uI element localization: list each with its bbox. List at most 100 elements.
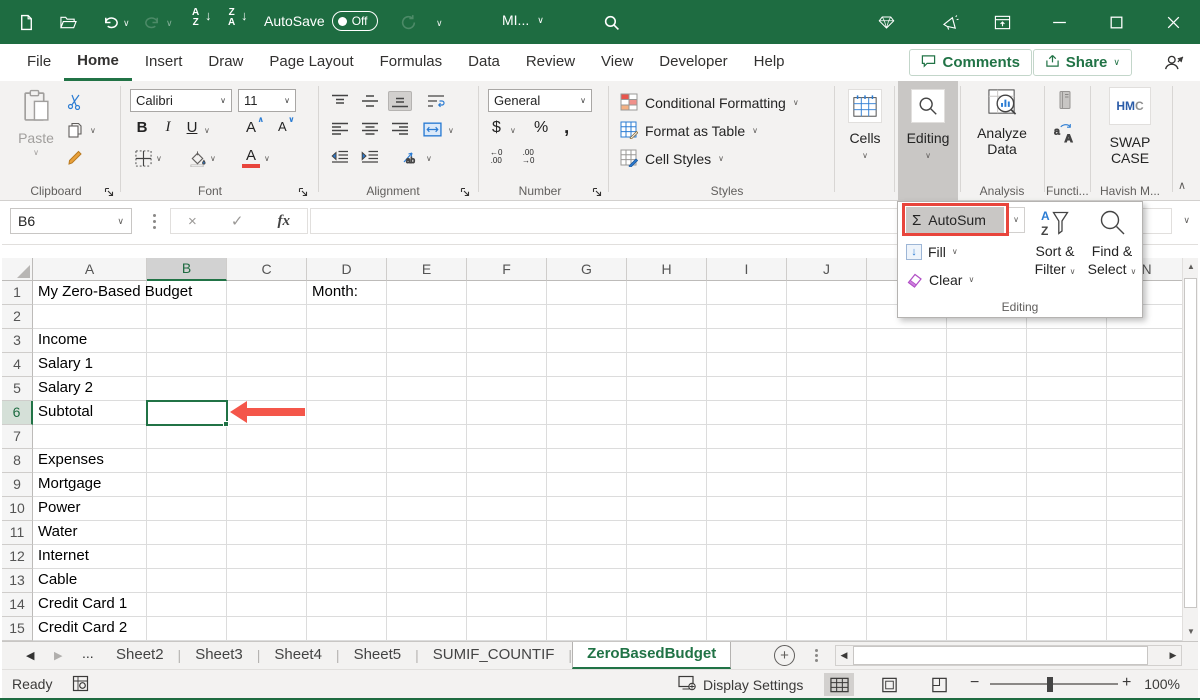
cell-D7[interactable] — [307, 425, 387, 449]
zoom-level[interactable]: 100% — [1144, 676, 1180, 692]
cell-I1[interactable] — [707, 281, 787, 305]
vertical-scrollbar[interactable]: ▲ ▼ — [1182, 258, 1198, 641]
row-header-2[interactable]: 2 — [2, 305, 33, 329]
ribbon-tab-home[interactable]: Home — [64, 44, 132, 81]
cell-F5[interactable] — [467, 377, 547, 401]
cell-F9[interactable] — [467, 473, 547, 497]
cell-A9[interactable]: Mortgage — [33, 473, 147, 497]
cell-G11[interactable] — [547, 521, 627, 545]
cell-G1[interactable] — [547, 281, 627, 305]
cell-G2[interactable] — [547, 305, 627, 329]
cell-E12[interactable] — [387, 545, 467, 569]
new-sheet-button[interactable]: + — [774, 645, 795, 666]
cell-D13[interactable] — [307, 569, 387, 593]
clipboard-dialog-launcher[interactable] — [104, 185, 115, 196]
cell-H13[interactable] — [627, 569, 707, 593]
font-color-chevron[interactable]: ∨ — [264, 155, 270, 163]
cell-L6[interactable] — [947, 401, 1027, 425]
cell-J7[interactable] — [787, 425, 867, 449]
cell-J5[interactable] — [787, 377, 867, 401]
cell-E10[interactable] — [387, 497, 467, 521]
search-icon[interactable] — [601, 12, 621, 32]
autosum-split-chevron[interactable]: ∨ — [1007, 207, 1025, 233]
cell-A15[interactable]: Credit Card 2 — [33, 617, 147, 641]
cell-M9[interactable] — [1027, 473, 1107, 497]
cell-B10[interactable] — [147, 497, 227, 521]
sort-az-icon[interactable]: AZ↓ — [192, 8, 199, 28]
cell-N10[interactable] — [1107, 497, 1182, 521]
undo-dropdown-chevron[interactable]: ∨ — [123, 18, 130, 29]
cell-J9[interactable] — [787, 473, 867, 497]
cell-K6[interactable] — [867, 401, 947, 425]
sheet-tab-sheet3[interactable]: Sheet3 — [181, 642, 257, 669]
decrease-indent-button[interactable] — [328, 147, 352, 167]
align-middle-button[interactable] — [358, 91, 382, 111]
cell-M15[interactable] — [1027, 617, 1107, 641]
open-file-icon[interactable] — [58, 12, 78, 32]
cell-B6[interactable] — [147, 401, 227, 425]
row-header-10[interactable]: 10 — [2, 497, 33, 521]
cell-F12[interactable] — [467, 545, 547, 569]
name-box-chevron[interactable]: ∨ — [117, 217, 124, 225]
cell-A2[interactable] — [33, 305, 147, 329]
cell-D8[interactable] — [307, 449, 387, 473]
cell-C12[interactable] — [227, 545, 307, 569]
cell-C5[interactable] — [227, 377, 307, 401]
sheet-tab-sheet4[interactable]: Sheet4 — [260, 642, 336, 669]
sheet-tab-zerobasedbudget[interactable]: ZeroBasedBudget — [572, 642, 731, 669]
row-header-8[interactable]: 8 — [2, 449, 33, 473]
cell-L15[interactable] — [947, 617, 1027, 641]
name-box[interactable]: B6∨ — [10, 208, 132, 234]
cell-A13[interactable]: Cable — [33, 569, 147, 593]
cell-M11[interactable] — [1027, 521, 1107, 545]
cell-J1[interactable] — [787, 281, 867, 305]
cell-K7[interactable] — [867, 425, 947, 449]
column-header-C[interactable]: C — [227, 258, 307, 281]
ribbon-tab-draw[interactable]: Draw — [195, 44, 256, 81]
cell-D1[interactable]: Month: — [307, 281, 387, 305]
cell-L13[interactable] — [947, 569, 1027, 593]
cell-L4[interactable] — [947, 353, 1027, 377]
cell-E6[interactable] — [387, 401, 467, 425]
merge-chevron[interactable]: ∨ — [448, 127, 454, 135]
cell-K10[interactable] — [867, 497, 947, 521]
cell-D6[interactable] — [307, 401, 387, 425]
cell-H14[interactable] — [627, 593, 707, 617]
row-header-14[interactable]: 14 — [2, 593, 33, 617]
document-title[interactable]: MI...∨ — [502, 12, 544, 28]
cell-N6[interactable] — [1107, 401, 1182, 425]
cell-G3[interactable] — [547, 329, 627, 353]
format-as-table-button[interactable]: Format as Table∨ — [620, 118, 850, 144]
ribbon-tab-formulas[interactable]: Formulas — [367, 44, 456, 81]
analyze-data-button[interactable]: Analyze Data — [964, 87, 1040, 157]
zoom-slider-thumb[interactable] — [1047, 677, 1053, 692]
column-header-I[interactable]: I — [707, 258, 787, 281]
cell-N12[interactable] — [1107, 545, 1182, 569]
cell-F14[interactable] — [467, 593, 547, 617]
underline-chevron[interactable]: ∨ — [204, 127, 210, 135]
page-break-view-button[interactable] — [924, 673, 954, 696]
cell-E13[interactable] — [387, 569, 467, 593]
cell-N8[interactable] — [1107, 449, 1182, 473]
cell-C2[interactable] — [227, 305, 307, 329]
select-all-corner[interactable] — [2, 258, 33, 281]
cell-H5[interactable] — [627, 377, 707, 401]
increase-decimal-button[interactable]: ←0.00 — [490, 149, 502, 165]
cell-J10[interactable] — [787, 497, 867, 521]
column-header-F[interactable]: F — [467, 258, 547, 281]
decrease-decimal-button[interactable]: .00→0 — [522, 149, 534, 165]
column-header-E[interactable]: E — [387, 258, 467, 281]
ribbon-tab-page-layout[interactable]: Page Layout — [256, 44, 366, 81]
fill-color-button[interactable] — [186, 147, 208, 169]
cell-G10[interactable] — [547, 497, 627, 521]
row-header-12[interactable]: 12 — [2, 545, 33, 569]
cell-C7[interactable] — [227, 425, 307, 449]
cell-E8[interactable] — [387, 449, 467, 473]
align-center-button[interactable] — [358, 119, 382, 139]
increase-indent-button[interactable] — [358, 147, 382, 167]
scroll-right-arrow[interactable]: ▶ — [1165, 646, 1181, 665]
cell-D12[interactable] — [307, 545, 387, 569]
cell-C14[interactable] — [227, 593, 307, 617]
cell-A12[interactable]: Internet — [33, 545, 147, 569]
cell-N13[interactable] — [1107, 569, 1182, 593]
